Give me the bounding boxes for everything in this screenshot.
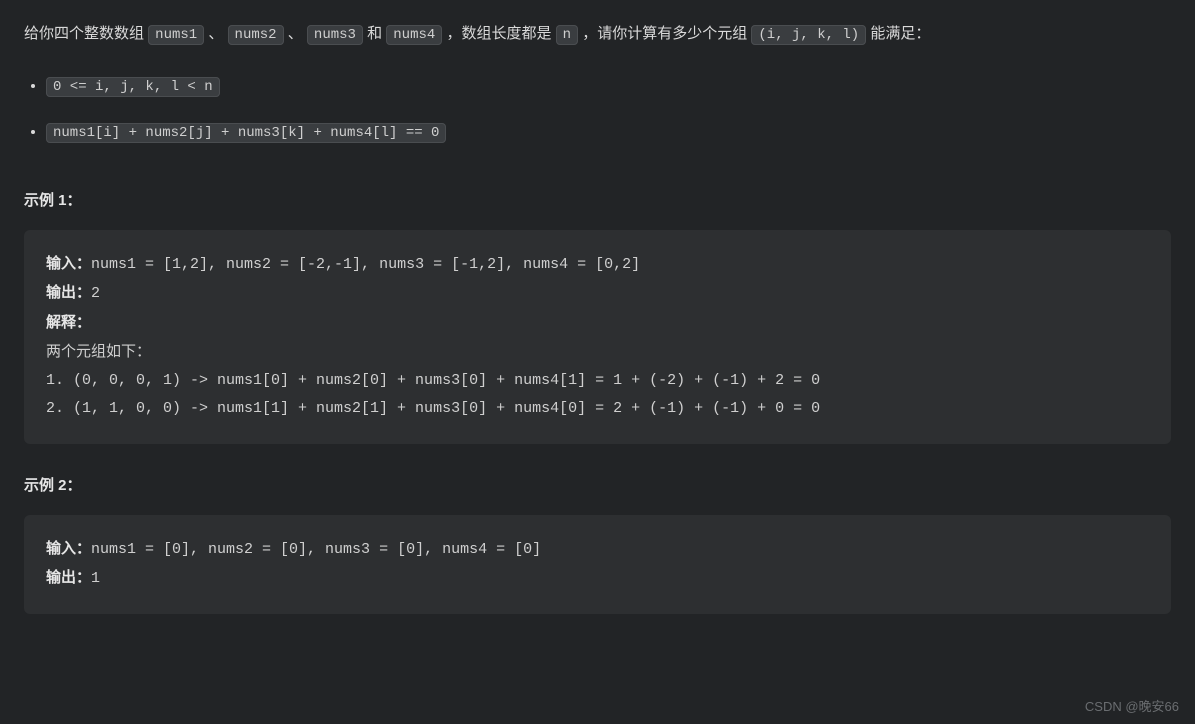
example2-block: 输入：nums1 = [0], nums2 = [0], nums3 = [0]… — [24, 515, 1171, 614]
example1-title: 示例 1： — [24, 187, 1171, 214]
example-detail-line: 2. (1, 1, 0, 0) -> nums1[1] + nums2[1] +… — [46, 395, 1149, 424]
example-explain-text: 两个元组如下： — [46, 338, 1149, 367]
problem-description: 给你四个整数数组 nums1 、 nums2 、 nums3 和 nums4 ，… — [24, 20, 1171, 48]
input-label: 输入： — [46, 540, 91, 557]
desc-text: 能满足： — [870, 25, 930, 42]
output-value: 2 — [91, 285, 100, 302]
code-n: n — [556, 25, 578, 45]
desc-text: 、 — [208, 25, 223, 42]
code-nums3: nums3 — [307, 25, 363, 45]
input-value: nums1 = [1,2], nums2 = [-2,-1], nums3 = … — [91, 256, 640, 273]
input-value: nums1 = [0], nums2 = [0], nums3 = [0], n… — [91, 541, 541, 558]
desc-text: 、 — [288, 25, 303, 42]
code-nums2: nums2 — [228, 25, 284, 45]
example-detail-line: 1. (0, 0, 0, 1) -> nums1[0] + nums2[0] +… — [46, 367, 1149, 396]
example-output-line: 输出：2 — [46, 279, 1149, 309]
code-nums4: nums4 — [386, 25, 442, 45]
desc-text: ，请你计算有多少个元组 — [582, 25, 751, 42]
example1-block: 输入：nums1 = [1,2], nums2 = [-2,-1], nums3… — [24, 230, 1171, 444]
watermark: CSDN @晚安66 — [1085, 695, 1179, 718]
output-value: 1 — [91, 570, 100, 587]
example2-title: 示例 2： — [24, 472, 1171, 499]
constraint-code: 0 <= i, j, k, l < n — [46, 77, 220, 97]
code-nums1: nums1 — [148, 25, 204, 45]
desc-text: 和 — [367, 25, 386, 42]
output-label: 输出： — [46, 284, 91, 301]
desc-text: ，数组长度都是 — [446, 25, 555, 42]
explain-label: 解释： — [46, 314, 91, 331]
example-input-line: 输入：nums1 = [1,2], nums2 = [-2,-1], nums3… — [46, 250, 1149, 280]
example-explain-line: 解释： — [46, 309, 1149, 339]
constraint-item: nums1[i] + nums2[j] + nums3[k] + nums4[l… — [46, 118, 1171, 146]
constraint-code: nums1[i] + nums2[j] + nums3[k] + nums4[l… — [46, 123, 446, 143]
constraint-list: 0 <= i, j, k, l < n nums1[i] + nums2[j] … — [46, 72, 1171, 146]
example-output-line: 输出：1 — [46, 564, 1149, 594]
input-label: 输入： — [46, 255, 91, 272]
constraint-item: 0 <= i, j, k, l < n — [46, 72, 1171, 100]
example-input-line: 输入：nums1 = [0], nums2 = [0], nums3 = [0]… — [46, 535, 1149, 565]
code-tuple: (i, j, k, l) — [751, 25, 866, 45]
output-label: 输出： — [46, 569, 91, 586]
desc-text: 给你四个整数数组 — [24, 25, 148, 42]
